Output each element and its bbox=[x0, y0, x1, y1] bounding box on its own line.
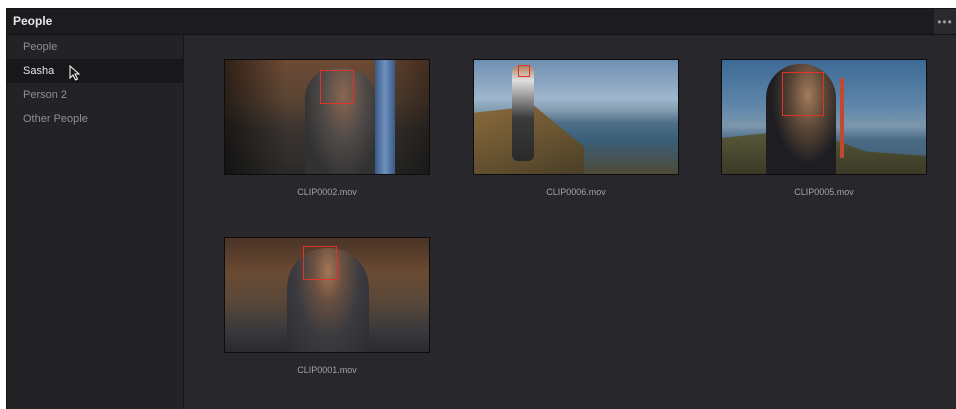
clip-thumbnail[interactable] bbox=[473, 59, 679, 175]
face-detection-box bbox=[518, 65, 530, 77]
sidebar-item-label: People bbox=[23, 41, 58, 53]
face-detection-box bbox=[782, 72, 824, 116]
mouse-pointer-icon bbox=[69, 65, 81, 81]
clip-tile[interactable]: CLIP0006.mov bbox=[473, 59, 679, 197]
people-panel: People ••• People Sasha Person 2 Other P… bbox=[6, 8, 956, 409]
clip-name: CLIP0005.mov bbox=[794, 187, 854, 197]
sidebar-item-label: Other People bbox=[23, 113, 88, 125]
clip-thumbnail[interactable] bbox=[721, 59, 927, 175]
clip-tile[interactable]: CLIP0001.mov bbox=[224, 237, 430, 375]
options-menu-button[interactable]: ••• bbox=[934, 9, 956, 34]
panel-title: People bbox=[13, 14, 53, 28]
sidebar-item-people[interactable]: People bbox=[7, 35, 183, 59]
people-sidebar: People Sasha Person 2 Other People bbox=[7, 35, 184, 409]
face-detection-box bbox=[303, 246, 337, 280]
sidebar-item-person-2[interactable]: Person 2 bbox=[7, 83, 183, 107]
sidebar-item-label: Person 2 bbox=[23, 89, 68, 101]
clip-name: CLIP0006.mov bbox=[546, 187, 606, 197]
sidebar-item-label: Sasha bbox=[23, 65, 55, 77]
clip-name: CLIP0001.mov bbox=[297, 365, 357, 375]
clip-tile[interactable]: CLIP0002.mov bbox=[224, 59, 430, 197]
sidebar-item-other-people[interactable]: Other People bbox=[7, 107, 183, 131]
sidebar-item-sasha[interactable]: Sasha bbox=[7, 59, 183, 83]
clip-thumbnail[interactable] bbox=[224, 237, 430, 353]
clip-thumbnail[interactable] bbox=[224, 59, 430, 175]
face-detection-box bbox=[320, 70, 354, 104]
clip-tile[interactable]: CLIP0005.mov bbox=[721, 59, 927, 197]
ellipsis-icon: ••• bbox=[937, 14, 953, 29]
panel-header: People ••• bbox=[7, 9, 956, 35]
clip-grid: CLIP0002.mov CLIP0006.mov CLIP0005.mov C… bbox=[184, 35, 956, 409]
clip-name: CLIP0002.mov bbox=[297, 187, 357, 197]
